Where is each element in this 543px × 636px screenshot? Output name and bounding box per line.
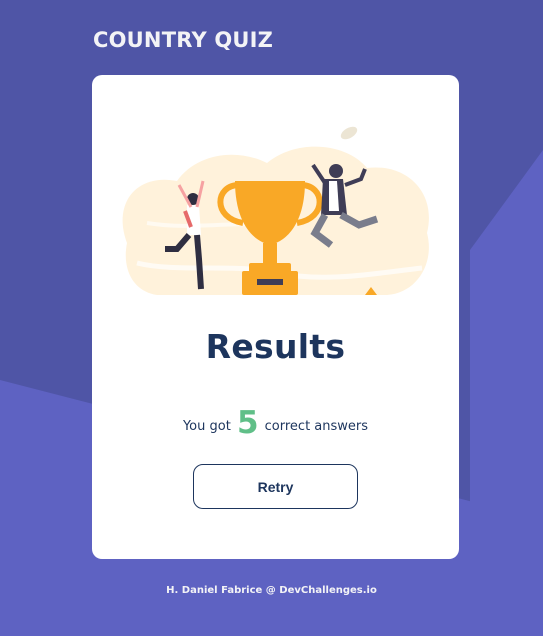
score-value: 5 — [236, 405, 259, 441]
results-card: Results You got 5 correct answers Retry — [92, 75, 459, 559]
retry-button[interactable]: Retry — [193, 464, 358, 509]
results-heading: Results — [205, 327, 346, 366]
score-suffix: correct answers — [264, 419, 369, 434]
winners-illustration — [122, 126, 429, 295]
score-summary: You got 5 correct answers — [92, 405, 459, 441]
footer-credit: H. Daniel Fabrice @ DevChallenges.io — [166, 585, 377, 596]
app-title: COUNTRY QUIZ — [93, 28, 274, 52]
score-prefix: You got — [182, 419, 231, 434]
